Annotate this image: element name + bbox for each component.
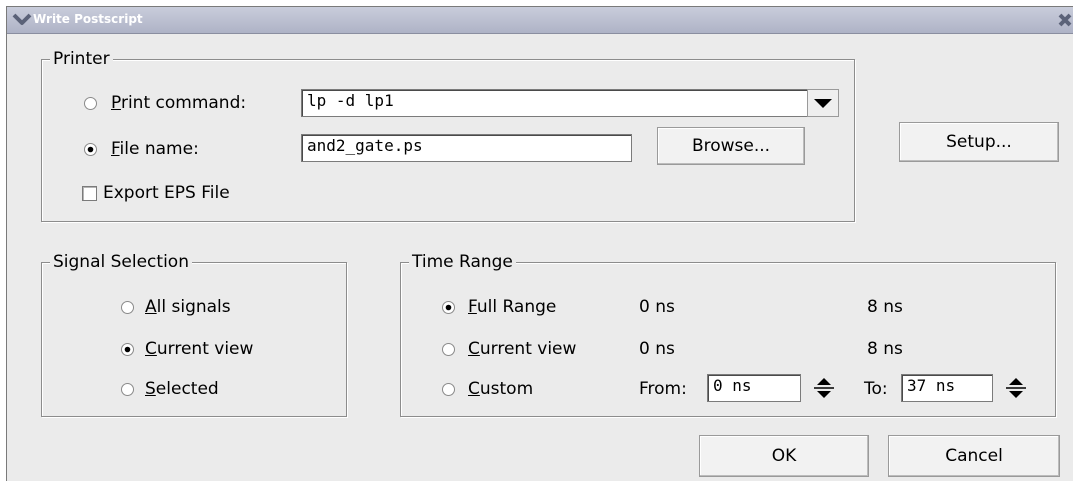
window-menu-icon[interactable] xyxy=(11,10,33,30)
time-range-group-title: Time Range xyxy=(409,252,516,272)
print-command-input[interactable]: lp -d lp1 xyxy=(301,89,809,117)
current-view-from-value: 0 ns xyxy=(639,339,675,359)
full-range-from-value: 0 ns xyxy=(639,297,675,317)
from-spinner-icon[interactable] xyxy=(810,374,838,402)
chevron-down-icon[interactable] xyxy=(807,89,839,117)
current-view-time-label: Current view xyxy=(468,339,577,359)
setup-button[interactable]: Setup... xyxy=(899,122,1059,162)
to-input[interactable]: 37 ns xyxy=(901,374,993,402)
close-icon[interactable] xyxy=(1056,10,1073,30)
cancel-button[interactable]: Cancel xyxy=(888,435,1060,477)
file-name-radio[interactable] xyxy=(83,142,98,157)
to-label: To: xyxy=(864,379,888,399)
export-eps-label: Export EPS File xyxy=(103,183,230,203)
full-range-to-value: 8 ns xyxy=(867,297,903,317)
file-name-input[interactable]: and2_gate.ps xyxy=(301,134,632,162)
file-name-label: File name: xyxy=(111,139,199,159)
current-view-signal-label: Current view xyxy=(145,339,254,359)
custom-range-radio[interactable] xyxy=(441,382,456,397)
custom-range-label: Custom xyxy=(468,379,534,399)
from-label: From: xyxy=(639,379,687,399)
write-postscript-dialog: Write Postscript Printer Print command: … xyxy=(6,6,1073,481)
window-title: Write Postscript xyxy=(33,12,143,26)
signal-selection-group-title: Signal Selection xyxy=(50,252,192,272)
full-range-radio[interactable] xyxy=(441,300,456,315)
browse-button[interactable]: Browse... xyxy=(657,127,805,165)
all-signals-label: All signals xyxy=(145,297,231,317)
selected-signals-label: Selected xyxy=(145,379,219,399)
current-view-signal-radio[interactable] xyxy=(120,342,135,357)
printer-group-title: Printer xyxy=(50,49,113,69)
print-command-label: Print command: xyxy=(111,93,247,113)
all-signals-radio[interactable] xyxy=(120,300,135,315)
ok-button[interactable]: OK xyxy=(699,435,869,477)
current-view-to-value: 8 ns xyxy=(867,339,903,359)
export-eps-checkbox[interactable] xyxy=(82,186,97,201)
from-input[interactable]: 0 ns xyxy=(707,374,801,402)
selected-signals-radio[interactable] xyxy=(120,382,135,397)
title-bar[interactable]: Write Postscript xyxy=(7,7,1073,34)
current-view-time-radio[interactable] xyxy=(441,342,456,357)
full-range-label: Full Range xyxy=(468,297,557,317)
print-command-radio[interactable] xyxy=(83,96,98,111)
to-spinner-icon[interactable] xyxy=(1002,374,1030,402)
